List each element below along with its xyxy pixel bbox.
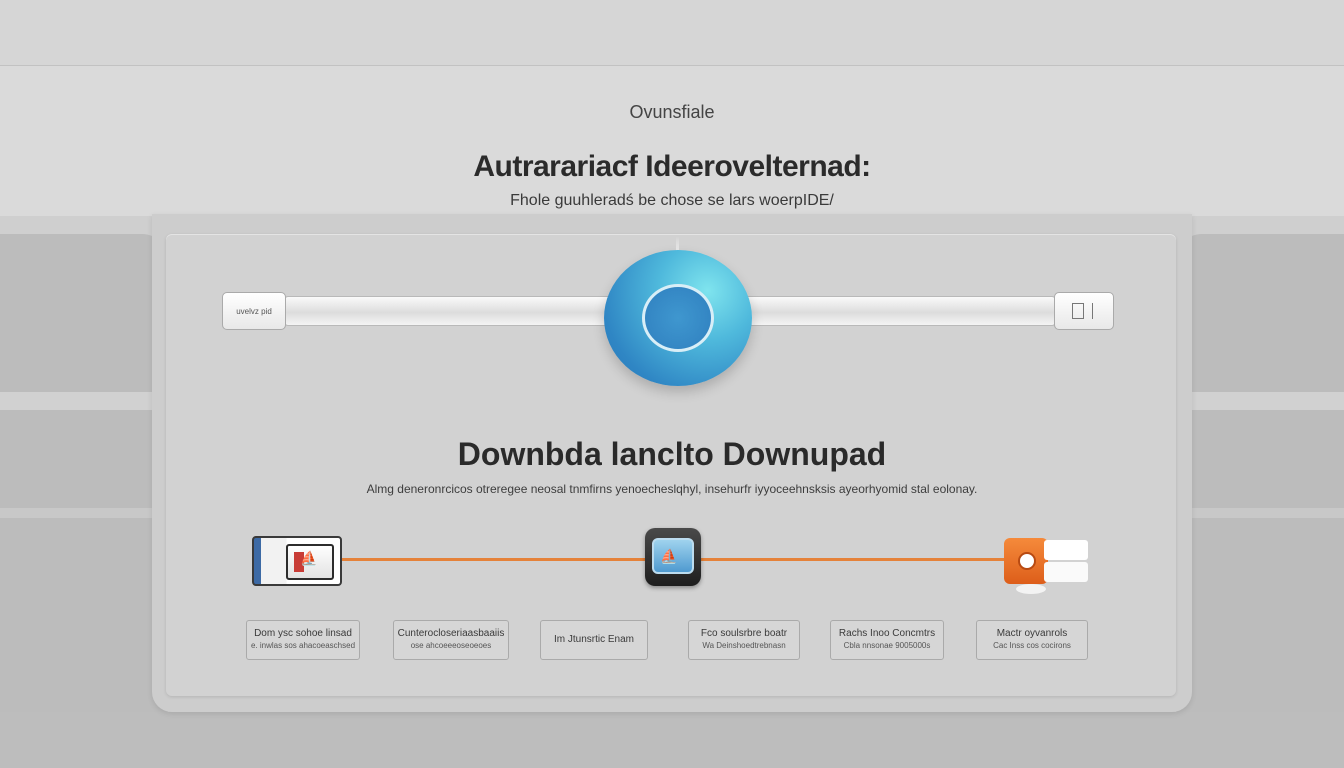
option-button-5-label: Rachs Inoo Concmtrs	[838, 628, 936, 639]
tablet-screen-icon: ⛵	[652, 538, 694, 574]
slider-right-end[interactable]	[1054, 292, 1114, 330]
option-button-3-label: Im Jtunsrtic Enam	[553, 634, 635, 645]
option-button-6[interactable]: Mactr oyvanrols Cac Inss cos cocirons	[976, 620, 1088, 660]
option-button-3[interactable]: Im Jtunsrtic Enam	[540, 620, 648, 660]
document-gallery-node[interactable]: ⛵	[252, 536, 342, 586]
bottom-bar	[0, 712, 1344, 768]
page-title: Autrarariacf Ideerovelternad:	[473, 150, 871, 183]
slider-right-icon-2	[1092, 303, 1096, 319]
left-stripe	[0, 392, 168, 410]
option-button-5[interactable]: Rachs Inoo Concmtrs Cbla nnsonae 9005000…	[830, 620, 944, 660]
right-stripe	[1176, 392, 1344, 410]
option-button-6-sublabel: Cac Inss cos cocirons	[993, 641, 1071, 650]
timeline-line-left	[340, 558, 646, 561]
node-tab-bottom	[1044, 562, 1088, 582]
document-frame: ⛵	[286, 544, 334, 580]
left-stripe-lower	[0, 508, 168, 518]
top-bar	[0, 0, 1344, 66]
option-button-1-sublabel: e. inwlas sos ahacoeaschsed	[250, 641, 356, 650]
slider-left-label: uvelvz pid	[236, 306, 272, 316]
slider-left-end[interactable]: uvelvz pid	[222, 292, 286, 330]
option-button-6-label: Mactr oyvanrols	[996, 628, 1068, 639]
orange-app-node[interactable]	[1004, 538, 1088, 594]
node-tab-top	[1044, 540, 1088, 560]
option-button-4[interactable]: Fco soulsrbre boatr Wa Deinshoedtrebnasn	[688, 620, 800, 660]
left-side-panel	[0, 234, 168, 714]
option-button-4-sublabel: Wa Deinshoedtrebnasn	[702, 641, 786, 650]
option-button-2[interactable]: Cunterocloseriaasbaaiis ose ahcoeeeoseoe…	[393, 620, 509, 660]
record-dot-icon	[1018, 552, 1036, 570]
right-stripe-lower	[1176, 508, 1344, 518]
option-button-4-label: Fco soulsrbre boatr	[700, 628, 788, 639]
option-button-2-label: Cunterocloseriaasbaaiis	[397, 628, 505, 639]
timeline-line-right	[700, 558, 1006, 561]
circle-ring-icon	[642, 284, 714, 352]
right-side-panel	[1176, 234, 1344, 714]
node-base	[1016, 584, 1046, 594]
slider-right-icon	[1072, 303, 1084, 319]
option-button-2-sublabel: ose ahcoeeeoseoeoes	[410, 641, 492, 650]
page-overline: Ovunsfiale	[629, 102, 715, 122]
section-heading: Downbda lanclto Downupad	[457, 436, 887, 472]
option-button-1[interactable]: Dom ysc sohoe linsad e. inwlas sos ahaco…	[246, 620, 360, 660]
tablet-glyph: ⛵	[660, 548, 678, 564]
slider-knob[interactable]	[604, 250, 752, 386]
page-subtitle: Fhole guuhleradś be chose se lars woerpI…	[510, 192, 834, 209]
option-button-5-sublabel: Cbla nnsonae 9005000s	[843, 641, 931, 650]
tablet-device-node[interactable]: ⛵	[645, 528, 701, 586]
section-description: Almg deneronrcicos otreregee neosal tnmf…	[366, 482, 978, 496]
option-button-1-label: Dom ysc sohoe linsad	[254, 628, 352, 639]
sailboat-icon: ⛵	[300, 550, 318, 566]
